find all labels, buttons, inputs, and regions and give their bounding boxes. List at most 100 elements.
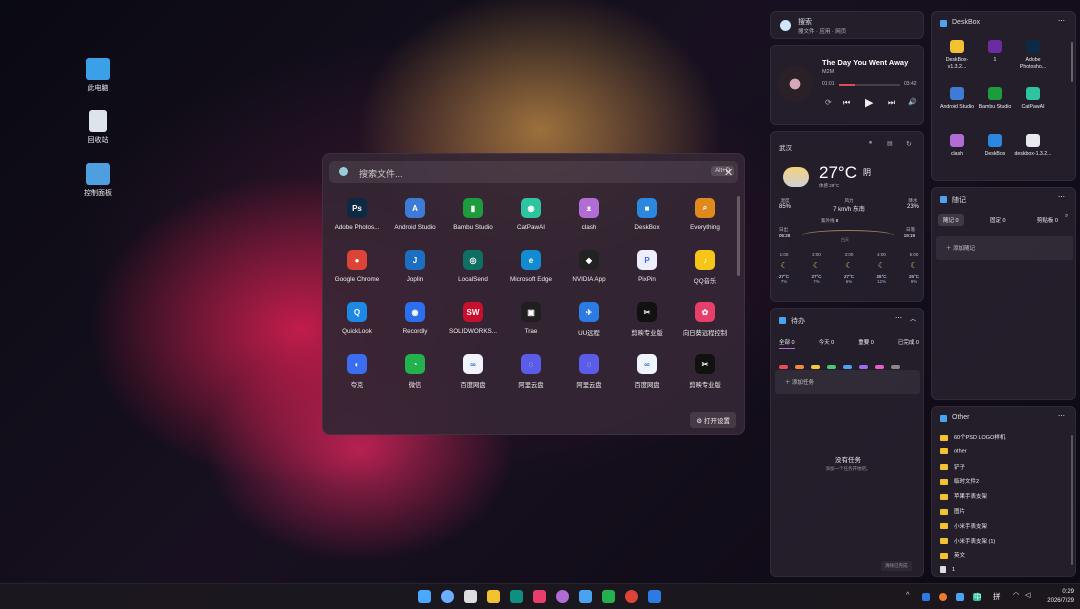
list-item[interactable]: 图片	[940, 507, 1005, 522]
wechat-icon[interactable]	[602, 590, 615, 603]
track-progress[interactable]	[839, 84, 900, 86]
app-tile[interactable]: ◉ Recordly	[386, 298, 444, 350]
tray-uu-icon[interactable]	[922, 593, 930, 601]
file-explorer-icon[interactable]	[487, 590, 500, 603]
priority-dot[interactable]	[859, 365, 868, 369]
chart-icon[interactable]: ▤	[887, 140, 893, 147]
app-tile[interactable]: ◎ LocalSend	[444, 246, 502, 298]
start-icon[interactable]	[418, 590, 431, 603]
search-widget[interactable]: 搜索 搜文件 · 应用 · 网页	[770, 11, 924, 39]
search-icon[interactable]: ⌕	[1065, 213, 1068, 220]
ime-mode[interactable]: 拼	[993, 591, 1001, 602]
collapse-icon[interactable]: ︿	[910, 314, 916, 323]
other-scrollbar[interactable]	[1071, 435, 1073, 565]
list-item[interactable]: 英文	[940, 551, 1005, 566]
deskbox-item[interactable]: 1	[976, 38, 1014, 85]
app-tile[interactable]: ✈ UU远程	[560, 298, 618, 350]
list-item[interactable]: 苹果手表支架	[940, 492, 1005, 507]
add-task-button[interactable]: ＋ 添加任务	[775, 370, 920, 394]
desktop-icon-control-panel[interactable]: 控制面板	[68, 163, 128, 198]
more-icon[interactable]: ⋯	[1058, 17, 1065, 25]
app-tile[interactable]: SW SOLIDWORKS...	[444, 298, 502, 350]
clash-icon[interactable]	[556, 590, 569, 603]
refresh-icon[interactable]: ↻	[906, 140, 912, 148]
clock[interactable]: 0:29 2026/7/29	[1040, 588, 1074, 606]
weather-tab-icon[interactable]: ⏸	[869, 140, 872, 147]
repeat-icon[interactable]: ⟳	[825, 98, 832, 107]
desktop-icon-this-pc[interactable]: 此电脑	[68, 58, 128, 93]
todo-filter-tab[interactable]: 已完成 0	[898, 338, 919, 349]
ime-language[interactable]: 中	[974, 591, 982, 602]
app-tile[interactable]: ∞ 百度网盘	[444, 350, 502, 402]
volume-icon[interactable]: 🔊	[908, 98, 917, 106]
priority-dot[interactable]	[843, 365, 852, 369]
list-item[interactable]: 小米手表支架 (1)	[940, 537, 1005, 552]
more-icon[interactable]: ⋯	[895, 314, 902, 322]
app-tile[interactable]: Q QuickLook	[328, 298, 386, 350]
launcher-search-input[interactable]: 搜索文件... Alt+D	[329, 161, 738, 183]
search-icon[interactable]	[441, 590, 454, 603]
app-tile[interactable]: ✂ 剪映专业版	[618, 298, 676, 350]
todo-filter-tab[interactable]: 重要 0	[858, 338, 874, 349]
priority-dot[interactable]	[875, 365, 884, 369]
deskbox-item[interactable]: Bambu Studio	[976, 85, 1014, 132]
wifi-icon[interactable]: ◠	[1013, 591, 1019, 599]
launcher-scrollbar[interactable]	[737, 196, 740, 276]
clear-completed-button[interactable]: 清除已完成	[881, 561, 912, 571]
deskbox-scrollbar[interactable]	[1071, 42, 1073, 82]
open-settings-button[interactable]: ⚙ 打开设置	[690, 412, 736, 428]
list-item[interactable]: 铲子	[940, 463, 1005, 478]
play-icon[interactable]: ▶	[865, 96, 873, 109]
app-tile[interactable]: ■ DeskBox	[618, 194, 676, 246]
app-tile[interactable]: ▮ Bambu Studio	[444, 194, 502, 246]
list-item[interactable]: 临时文件2	[940, 477, 1005, 492]
list-item[interactable]: 小米手表支架	[940, 522, 1005, 537]
localsend-icon[interactable]	[510, 590, 523, 603]
task-view-icon[interactable]	[464, 590, 477, 603]
priority-dot[interactable]	[795, 365, 804, 369]
app-tile[interactable]: ∞ 百度网盘	[618, 350, 676, 402]
app-tile[interactable]: ◆ NVIDIA App	[560, 246, 618, 298]
deskbox-item[interactable]: deskbox-1.3.2...	[1014, 132, 1052, 179]
deskbox-item[interactable]: Adobe Photosho...	[1014, 38, 1052, 85]
app-tile[interactable]: ⌕ Everything	[676, 194, 734, 246]
deskbox-item[interactable]: CatPawAI	[1014, 85, 1052, 132]
list-item[interactable]: 1	[940, 566, 1005, 576]
deskbox-item[interactable]: DeskBox	[976, 132, 1014, 179]
notes-app-icon[interactable]	[579, 590, 592, 603]
app-tile[interactable]: ● Google Chrome	[328, 246, 386, 298]
previous-icon[interactable]: ⏮	[843, 98, 850, 108]
more-icon[interactable]: ⋯	[1058, 412, 1065, 420]
uu-remote-icon[interactable]	[648, 590, 661, 603]
app-tile[interactable]: Ps Adobe Photos...	[328, 194, 386, 246]
tray-overflow-icon[interactable]: ^	[906, 592, 909, 599]
add-note-button[interactable]: ＋ 添加随记	[936, 236, 1073, 260]
tray-clash-icon[interactable]	[956, 593, 964, 601]
app-tile[interactable]: ◉ CatPawAI	[502, 194, 560, 246]
chrome-icon[interactable]	[625, 590, 638, 603]
app-tile[interactable]: ᴥ clash	[560, 194, 618, 246]
app-tile[interactable]: ◌ 阿里云盘	[502, 350, 560, 402]
app-tile[interactable]: ▣ Trae	[502, 298, 560, 350]
priority-dot[interactable]	[779, 365, 788, 369]
app-tile[interactable]: J Joplin	[386, 246, 444, 298]
deskbox-item[interactable]: clash	[938, 132, 976, 179]
list-item[interactable]: 60个PSD LOGO样机	[940, 433, 1005, 448]
deskbox-item[interactable]: DeskBox-v1.3.2...	[938, 38, 976, 85]
deskbox-item[interactable]: Android Studio	[938, 85, 976, 132]
app-tile[interactable]: ✂ 剪映专业版	[676, 350, 734, 402]
notes-tab[interactable]: 剪贴板 0	[1032, 214, 1063, 226]
sunlogin-icon[interactable]	[533, 590, 546, 603]
app-tile[interactable]: P PixPin	[618, 246, 676, 298]
more-icon[interactable]: ⋯	[1058, 193, 1065, 201]
app-tile[interactable]: ✿ 向日葵远程控制	[676, 298, 734, 350]
priority-dot[interactable]	[811, 365, 820, 369]
app-tile[interactable]: ◔ 微信	[386, 350, 444, 402]
app-tile[interactable]: ◌ 阿里云盘	[560, 350, 618, 402]
close-icon[interactable]: ✕	[724, 166, 733, 179]
app-tile[interactable]: ◐ 夸克	[328, 350, 386, 402]
app-tile[interactable]: ♪ QQ音乐	[676, 246, 734, 298]
priority-dot[interactable]	[827, 365, 836, 369]
todo-filter-tab[interactable]: 今天 0	[819, 338, 835, 349]
app-tile[interactable]: A Android Studio	[386, 194, 444, 246]
